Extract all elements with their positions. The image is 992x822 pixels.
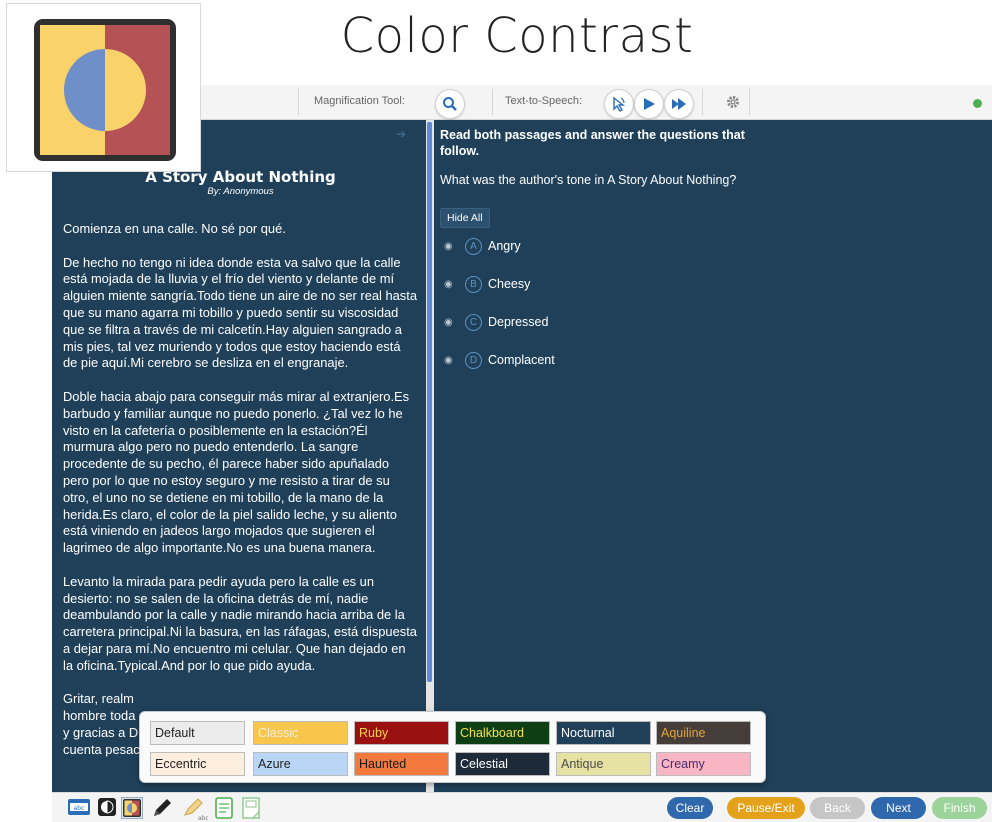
svg-text:abc: abc (74, 805, 85, 812)
question-text: What was the author's tone in A Story Ab… (440, 173, 737, 187)
swatch-aquiline[interactable]: Aquiline (656, 721, 751, 745)
contrast-icon (98, 798, 116, 816)
option-letter: B (465, 275, 482, 293)
svg-text:abc: abc (198, 815, 208, 821)
toolbar-divider (702, 89, 703, 115)
option-letter: C (465, 313, 482, 331)
app-root: { "app": { "title": "Color Contrast" }, … (0, 0, 992, 822)
answer-option-c[interactable]: ◉ C Depressed (444, 312, 548, 332)
pencil-button[interactable] (150, 797, 174, 822)
finish-button[interactable]: Finish (932, 797, 987, 819)
color-contrast-icon (121, 797, 143, 819)
swatch-chalkboard[interactable]: Chalkboard (455, 721, 550, 745)
swatch-creamy[interactable]: Creamy (656, 752, 751, 776)
gear-icon (727, 96, 739, 108)
sticky-note-icon (242, 797, 260, 819)
swatch-nocturnal[interactable]: Nocturnal (556, 721, 651, 745)
swatch-classic[interactable]: Classic (253, 721, 348, 745)
swatch-ruby[interactable]: Ruby (354, 721, 449, 745)
eye-icon[interactable]: ◉ (444, 279, 456, 290)
highlighter-button[interactable]: abc (180, 797, 209, 822)
connection-status-indicator (973, 99, 982, 108)
swatch-antique[interactable]: Antique (556, 752, 651, 776)
passage-line: Gritar, realm (63, 691, 134, 707)
passage-paragraph: De hecho no tengo ni idea donde esta va … (63, 254, 418, 371)
next-button[interactable]: Next (871, 797, 926, 819)
expand-arrow-icon[interactable]: ➔ (396, 127, 406, 141)
pointer-speech-icon (613, 96, 626, 112)
app-logo (6, 3, 201, 172)
eye-icon[interactable]: ◉ (444, 355, 456, 366)
option-label: Angry (488, 239, 521, 253)
option-label: Depressed (488, 315, 549, 329)
sticky-note-button[interactable] (241, 797, 261, 822)
contrast-button[interactable] (97, 797, 117, 821)
swatch-eccentric[interactable]: Eccentric (150, 752, 245, 776)
bottom-toolbar: abc abc Clear Pause/Exit Back Next Finis… (52, 792, 992, 822)
passage-scroll-thumb[interactable] (427, 122, 432, 682)
tts-select-button[interactable] (604, 89, 634, 119)
passage-content: A Story About Nothing By: Anonymous Comi… (63, 168, 418, 759)
passage-scrollbar[interactable] (426, 120, 434, 792)
tts-fast-forward-button[interactable] (664, 89, 694, 119)
pause-exit-button[interactable]: Pause/Exit (727, 797, 805, 819)
swatch-haunted[interactable]: Haunted (354, 752, 449, 776)
answer-option-d[interactable]: ◉ D Complacent (444, 350, 555, 370)
swatch-azure[interactable]: Azure (253, 752, 348, 776)
eye-icon[interactable]: ◉ (444, 241, 456, 252)
hide-all-button[interactable]: Hide All (440, 208, 490, 228)
notepad-icon (215, 797, 233, 819)
option-label: Cheesy (488, 277, 531, 291)
clear-button[interactable]: Clear (667, 797, 713, 819)
tts-play-button[interactable] (634, 89, 664, 119)
magnification-label: Magnification Tool: (314, 95, 405, 107)
color-contrast-button[interactable] (121, 797, 143, 822)
toolbar-divider (492, 89, 493, 115)
option-label: Complacent (488, 353, 555, 367)
tts-label: Text-to-Speech: (505, 95, 583, 107)
eye-icon[interactable]: ◉ (444, 317, 456, 328)
toolbar-divider (749, 89, 750, 115)
toolbar-divider (298, 89, 299, 115)
passage-paragraph: Levanto la mirada para pedir ayuda pero … (63, 573, 417, 673)
passage-byline: By: Anonymous (207, 186, 274, 197)
answer-option-a[interactable]: ◉ A Angry (444, 236, 521, 256)
settings-button[interactable] (725, 94, 741, 114)
back-button[interactable]: Back (810, 797, 865, 819)
fast-forward-icon (672, 98, 686, 110)
keyboard-icon: abc (68, 799, 90, 815)
question-instructions: Read both passages and answer the questi… (440, 128, 745, 158)
passage-paragraph: Doble hacia abajo para conseguir más mir… (63, 388, 410, 556)
question-panel: Read both passages and answer the questi… (434, 120, 992, 792)
magnifier-icon (443, 97, 457, 111)
color-contrast-palette: Default Classic Ruby Chalkboard Nocturna… (139, 711, 766, 783)
color-contrast-logo-icon (34, 19, 176, 161)
pencil-icon (154, 799, 171, 816)
highlighter-icon: abc (184, 798, 209, 822)
keyboard-button[interactable]: abc (67, 797, 91, 821)
notepad-button[interactable] (214, 797, 234, 822)
option-letter: D (465, 351, 482, 369)
magnify-button[interactable] (435, 89, 465, 119)
passage-paragraph: Comienza en una calle. No sé por qué. (63, 221, 286, 236)
swatch-celestial[interactable]: Celestial (455, 752, 550, 776)
swatch-default[interactable]: Default (150, 721, 245, 745)
passage-panel: ➔ A Story About Nothing By: Anonymous Co… (52, 120, 426, 792)
play-icon (644, 98, 655, 110)
answer-option-b[interactable]: ◉ B Cheesy (444, 274, 530, 294)
option-letter: A (465, 237, 482, 255)
